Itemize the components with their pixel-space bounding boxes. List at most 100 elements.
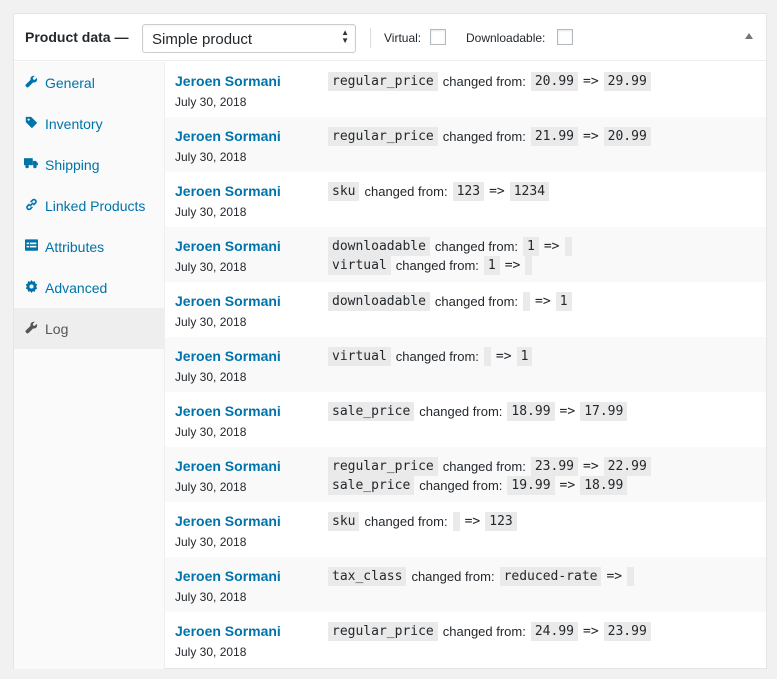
log-changes: sku changed from: 123 => 1234 bbox=[328, 182, 550, 201]
changed-from-label: changed from: bbox=[411, 569, 495, 584]
tab-inventory[interactable]: Inventory bbox=[14, 103, 165, 144]
changed-from-label: changed from: bbox=[395, 258, 479, 273]
tab-label: Shipping bbox=[45, 157, 100, 173]
log-changes: downloadable changed from: 1 => virtual chang… bbox=[328, 237, 572, 275]
new-value bbox=[564, 237, 572, 256]
downloadable-checkbox[interactable] bbox=[557, 29, 573, 45]
tab-general[interactable]: General bbox=[14, 62, 165, 103]
log-row: Jeroen Sormani July 30, 2018 regular_price… bbox=[165, 447, 766, 502]
log-author-link[interactable]: Jeroen Sormani bbox=[175, 348, 281, 364]
gear-icon bbox=[24, 279, 38, 293]
field-name: regular_price bbox=[328, 127, 438, 146]
old-value: 21.99 bbox=[530, 127, 578, 146]
new-value: 18.99 bbox=[580, 476, 628, 495]
old-value: 123 bbox=[452, 182, 485, 201]
change-line: virtual changed from: 1 => bbox=[328, 256, 572, 275]
changed-from-label: changed from: bbox=[434, 239, 519, 254]
tab-attributes[interactable]: Attributes bbox=[14, 226, 165, 267]
log-changes: virtual changed from: => 1 bbox=[328, 347, 533, 366]
tab-label: Attributes bbox=[45, 239, 105, 255]
old-value: 19.99 bbox=[507, 476, 555, 495]
new-value: 123 bbox=[485, 512, 517, 531]
virtual-checkbox[interactable] bbox=[430, 29, 446, 45]
log-date: July 30, 2018 bbox=[175, 590, 247, 604]
arrow-text: => bbox=[504, 258, 521, 273]
changed-from-label: changed from: bbox=[364, 514, 448, 529]
log-row: Jeroen Sormani July 30, 2018 downloadable c… bbox=[165, 282, 766, 337]
field-name: virtual bbox=[328, 256, 391, 275]
field-name: sku bbox=[328, 512, 360, 531]
log-date: July 30, 2018 bbox=[175, 315, 247, 329]
log-author-link[interactable]: Jeroen Sormani bbox=[175, 128, 281, 144]
log-date: July 30, 2018 bbox=[175, 535, 247, 549]
log-row: Jeroen Sormani July 30, 2018 sale_price cha… bbox=[165, 392, 766, 447]
changed-from-label: changed from: bbox=[419, 478, 503, 493]
arrow-text: => bbox=[559, 478, 576, 493]
wrench-icon bbox=[24, 320, 38, 334]
collapse-toggle-icon[interactable] bbox=[745, 33, 753, 39]
log-date: July 30, 2018 bbox=[175, 95, 247, 109]
log-author-link[interactable]: Jeroen Sormani bbox=[175, 183, 281, 199]
arrow-text: => bbox=[489, 184, 505, 199]
old-value bbox=[483, 347, 491, 366]
tab-log[interactable]: Log bbox=[14, 308, 165, 349]
new-value: 1 bbox=[555, 292, 572, 311]
changed-from-label: changed from: bbox=[442, 74, 526, 89]
log-author-link[interactable]: Jeroen Sormani bbox=[175, 623, 281, 639]
change-line: downloadable changed from: => 1 bbox=[328, 292, 572, 311]
log-row: Jeroen Sormani July 30, 2018 sku changed fr… bbox=[165, 502, 766, 557]
old-value: 20.99 bbox=[530, 72, 578, 91]
old-value: reduced-rate bbox=[499, 567, 602, 586]
field-name: regular_price bbox=[328, 72, 438, 91]
arrow-text: => bbox=[559, 404, 576, 419]
log-author-link[interactable]: Jeroen Sormani bbox=[175, 513, 281, 529]
field-name: tax_class bbox=[328, 567, 407, 586]
log-changes: regular_price changed from: 23.99 => 22.99 sa… bbox=[328, 457, 651, 495]
old-value: 18.99 bbox=[507, 402, 555, 421]
arrow-text: => bbox=[583, 129, 599, 144]
log-date: July 30, 2018 bbox=[175, 370, 247, 384]
tab-label: Linked Products bbox=[45, 198, 146, 214]
wrench-icon bbox=[24, 74, 38, 88]
changed-from-label: changed from: bbox=[364, 184, 448, 199]
change-line: sku changed from: 123 => 1234 bbox=[328, 182, 550, 201]
arrow-text: => bbox=[606, 569, 623, 584]
new-value: 22.99 bbox=[603, 457, 651, 476]
log-row: Jeroen Sormani July 30, 2018 regular_price… bbox=[165, 612, 766, 667]
log-row: Jeroen Sormani July 30, 2018 regular_price… bbox=[165, 62, 766, 117]
tab-label: Log bbox=[45, 321, 69, 337]
field-name: regular_price bbox=[328, 622, 438, 641]
log-author-link[interactable]: Jeroen Sormani bbox=[175, 238, 281, 254]
tab-label: General bbox=[45, 75, 95, 91]
tab-linked-products[interactable]: Linked Products bbox=[14, 185, 165, 226]
log-author-link[interactable]: Jeroen Sormani bbox=[175, 568, 281, 584]
old-value: 23.99 bbox=[530, 457, 578, 476]
field-name: sale_price bbox=[328, 402, 415, 421]
product-type-select[interactable]: Simple product ▲ ▼ bbox=[142, 24, 356, 53]
log-author-link[interactable]: Jeroen Sormani bbox=[175, 293, 281, 309]
new-value: 1 bbox=[516, 347, 533, 366]
changed-from-label: changed from: bbox=[419, 404, 503, 419]
tab-label: Advanced bbox=[45, 280, 108, 296]
log-author-link[interactable]: Jeroen Sormani bbox=[175, 458, 281, 474]
tab-advanced[interactable]: Advanced bbox=[14, 267, 165, 308]
tab-shipping[interactable]: Shipping bbox=[14, 144, 165, 185]
old-value: 24.99 bbox=[530, 622, 578, 641]
field-name: regular_price bbox=[328, 457, 438, 476]
change-line: sku changed from: => 123 bbox=[328, 512, 517, 531]
log-author-link[interactable]: Jeroen Sormani bbox=[175, 403, 281, 419]
arrow-text: => bbox=[583, 74, 599, 89]
tab-label: Inventory bbox=[45, 116, 103, 132]
product-type-value: Simple product bbox=[152, 31, 253, 48]
change-line: virtual changed from: => 1 bbox=[328, 347, 533, 366]
product-data-panel: Product data — Simple product ▲ ▼ Virtual… bbox=[13, 13, 767, 669]
old-value bbox=[523, 292, 531, 311]
log-changes: regular_price changed from: 21.99 => 20.99 bbox=[328, 127, 651, 146]
new-value: 17.99 bbox=[580, 402, 628, 421]
new-value bbox=[525, 256, 533, 275]
arrow-text: => bbox=[495, 349, 512, 364]
change-line: regular_price changed from: 21.99 => 20.99 bbox=[328, 127, 651, 146]
log-changes: regular_price changed from: 24.99 => 23.99 bbox=[328, 622, 651, 641]
log-changes: sku changed from: => 123 bbox=[328, 512, 517, 531]
log-author-link[interactable]: Jeroen Sormani bbox=[175, 73, 281, 89]
